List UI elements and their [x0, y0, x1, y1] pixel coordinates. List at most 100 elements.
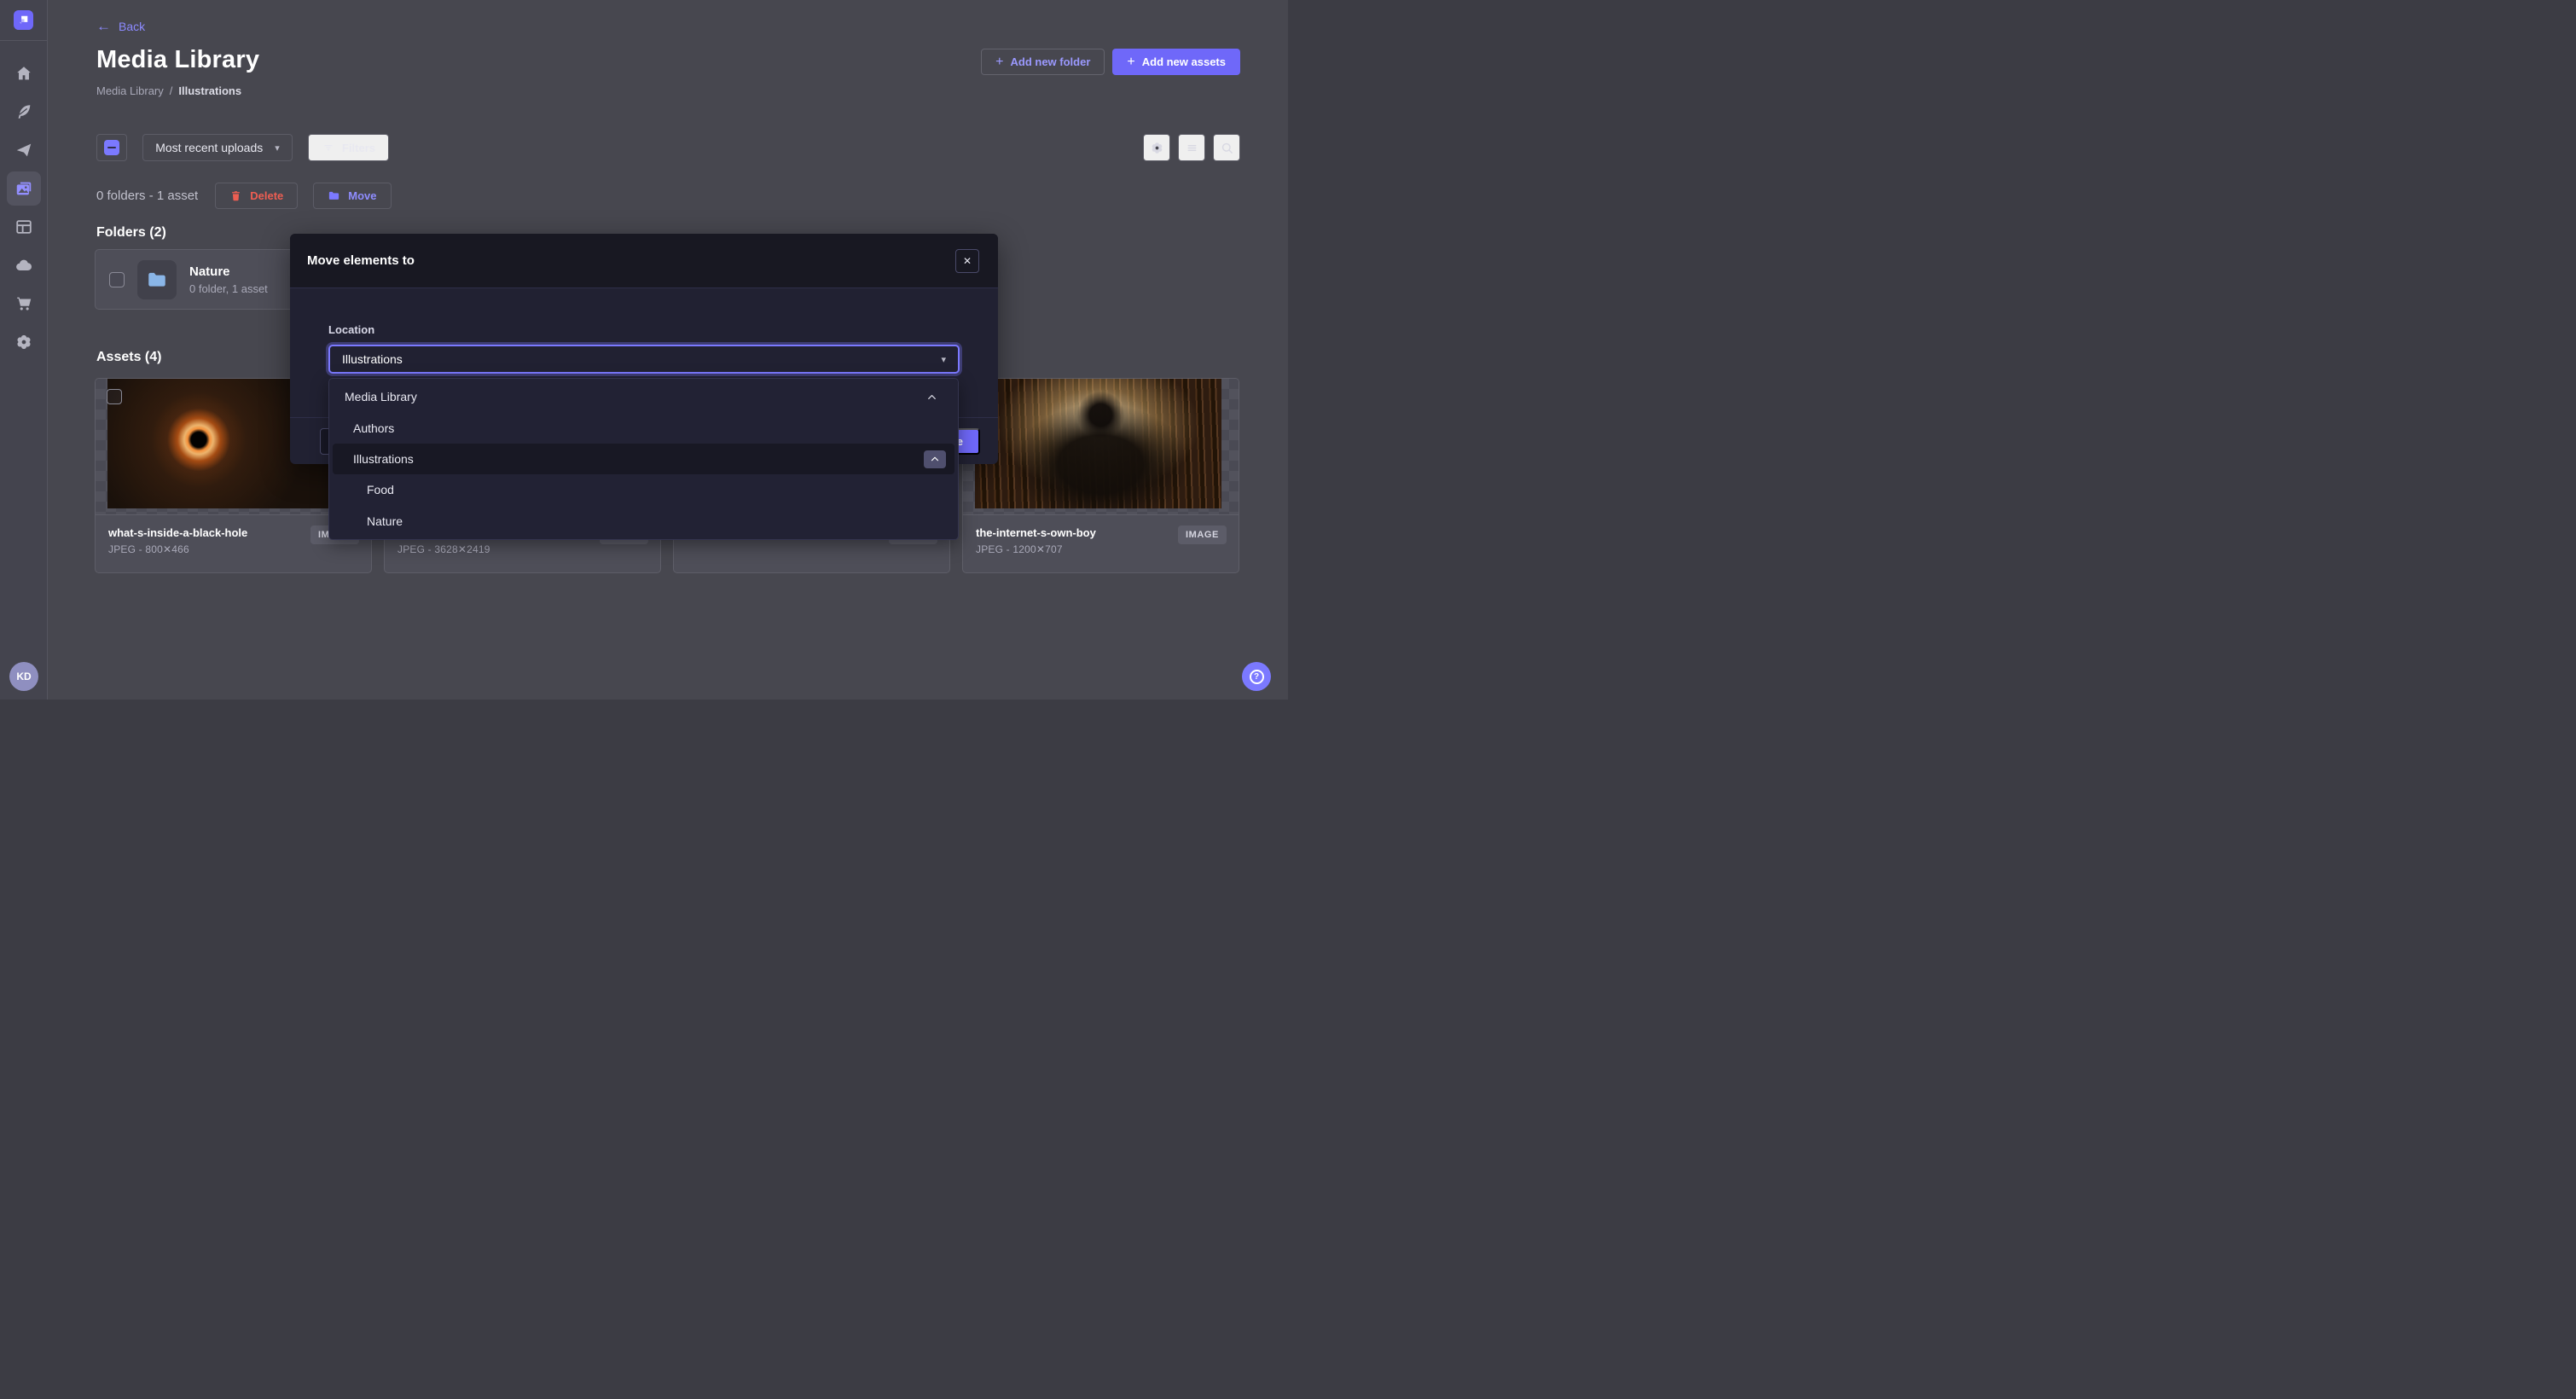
- folder-checkbox[interactable]: [109, 272, 125, 287]
- workspace-logo[interactable]: [0, 0, 47, 41]
- modal-title: Move elements to: [307, 253, 415, 268]
- selection-summary: 0 folders - 1 asset: [96, 189, 198, 203]
- folder-info: Nature 0 folder, 1 asset: [189, 264, 268, 295]
- sidebar-item-releases[interactable]: [7, 133, 41, 167]
- dropdown-option-illustrations[interactable]: Illustrations: [333, 444, 954, 474]
- asset-meta: JPEG - 3628✕2419: [397, 543, 647, 555]
- toolbar: Most recent uploads ▾ Filters: [96, 134, 1240, 161]
- sidebar-item-settings[interactable]: [7, 325, 41, 359]
- select-all-checkbox[interactable]: [96, 134, 127, 161]
- list-view-button[interactable]: [1178, 134, 1205, 161]
- dropdown-option-label: Illustrations: [353, 452, 414, 466]
- add-new-folder-label: Add new folder: [1011, 55, 1091, 68]
- modal-header: Move elements to ✕: [290, 234, 998, 288]
- folders-section-title: Folders (2): [96, 225, 166, 241]
- header-actions: + Add new folder + Add new assets: [981, 49, 1240, 75]
- dropdown-option-label: Food: [367, 483, 394, 496]
- dropdown-option-nature[interactable]: Nature: [333, 506, 954, 537]
- question-mark-icon: ?: [1250, 670, 1264, 684]
- plus-icon: +: [995, 58, 1003, 67]
- breadcrumb: Media Library / Illustrations: [96, 84, 241, 97]
- folder-name: Nature: [189, 264, 268, 279]
- media-library-app: KD ← Back Media Library Media Library / …: [0, 0, 1288, 700]
- cloud-icon: [15, 256, 33, 275]
- folder-icon: [328, 189, 340, 202]
- add-new-assets-button[interactable]: + Add new assets: [1112, 49, 1240, 75]
- asset-card[interactable]: the-internet-s-own-boy JPEG - 1200✕707 I…: [962, 378, 1239, 573]
- collapse-children-button[interactable]: [924, 450, 946, 468]
- list-icon: [1185, 141, 1199, 155]
- sidebar-item-cloud[interactable]: [7, 248, 41, 282]
- sidebar-nav: [0, 56, 47, 359]
- add-new-assets-label: Add new assets: [1142, 55, 1226, 68]
- location-select-value: Illustrations: [342, 352, 403, 366]
- dropdown-option-label: Authors: [353, 421, 394, 435]
- library-photo: [975, 379, 1221, 508]
- folder-meta: 0 folder, 1 asset: [189, 282, 268, 295]
- home-icon: [15, 64, 33, 83]
- folder-icon: [146, 269, 168, 291]
- location-select[interactable]: Illustrations ▾: [328, 345, 960, 374]
- chevron-up-icon: [930, 454, 940, 464]
- selection-bar: 0 folders - 1 asset Delete Move: [96, 183, 392, 209]
- gear-icon: [1150, 141, 1164, 155]
- dropdown-option-authors[interactable]: Authors: [333, 412, 954, 443]
- layout-icon: [15, 218, 33, 236]
- add-new-folder-button[interactable]: + Add new folder: [981, 49, 1105, 75]
- sort-select-value: Most recent uploads: [155, 141, 263, 154]
- asset-type-badge: IMAGE: [1178, 525, 1227, 544]
- chevron-up-icon[interactable]: [926, 392, 937, 403]
- back-link[interactable]: ← Back: [96, 20, 145, 33]
- sidebar-item-content[interactable]: [7, 95, 41, 129]
- help-button[interactable]: ?: [1242, 662, 1271, 691]
- page-title: Media Library: [96, 46, 259, 74]
- asset-footer: the-internet-s-own-boy JPEG - 1200✕707 I…: [963, 515, 1239, 573]
- asset-thumbnail: [963, 379, 1239, 515]
- plus-icon: +: [1127, 58, 1134, 67]
- folder-thumbnail: [137, 260, 177, 299]
- caret-down-icon: ▾: [941, 354, 946, 365]
- back-label: Back: [119, 20, 145, 33]
- view-settings-button[interactable]: [1143, 134, 1170, 161]
- modal-body: Location Illustrations ▾: [290, 288, 998, 374]
- cart-icon: [15, 294, 33, 313]
- location-label: Location: [328, 323, 374, 336]
- sidebar-item-home[interactable]: [7, 56, 41, 90]
- modal-close-button[interactable]: ✕: [955, 249, 979, 273]
- search-icon: [1220, 141, 1234, 155]
- breadcrumb-parent[interactable]: Media Library: [96, 84, 164, 97]
- close-icon: ✕: [963, 255, 972, 267]
- back-arrow-icon: ←: [96, 20, 111, 32]
- gear-icon: [15, 333, 33, 351]
- delete-button[interactable]: Delete: [215, 183, 298, 209]
- caret-down-icon: ▾: [275, 142, 280, 154]
- dropdown-option-food[interactable]: Food: [333, 474, 954, 505]
- search-button[interactable]: [1213, 134, 1240, 161]
- dropdown-option-label: Media Library: [345, 390, 417, 403]
- images-icon: [15, 179, 33, 198]
- filters-label: Filters: [342, 142, 375, 154]
- feather-icon: [15, 102, 33, 121]
- asset-checkbox[interactable]: [107, 389, 122, 404]
- paper-plane-icon: [15, 141, 33, 160]
- filters-button[interactable]: Filters: [308, 134, 389, 161]
- assets-section-title: Assets (4): [96, 350, 161, 365]
- sidebar-item-marketplace[interactable]: [7, 287, 41, 321]
- user-avatar[interactable]: KD: [9, 662, 38, 691]
- location-dropdown: Media Library Authors Illustrations Food…: [328, 378, 959, 540]
- sort-select[interactable]: Most recent uploads ▾: [142, 134, 293, 161]
- indeterminate-checkbox-icon: [104, 140, 119, 155]
- sidebar-item-content-manager[interactable]: [7, 210, 41, 244]
- trash-icon: [229, 189, 242, 202]
- breadcrumb-current: Illustrations: [178, 84, 241, 97]
- sidebar: KD: [0, 0, 48, 700]
- strapi-logo-icon: [14, 10, 33, 30]
- asset-meta: JPEG - 1200✕707: [976, 543, 1226, 555]
- delete-label: Delete: [250, 189, 283, 202]
- move-button[interactable]: Move: [313, 183, 391, 209]
- toolbar-right: [1143, 134, 1240, 161]
- sidebar-item-media-library[interactable]: [7, 171, 41, 206]
- move-label: Move: [348, 189, 376, 202]
- filter-icon: [322, 141, 335, 154]
- dropdown-option-media-library[interactable]: Media Library: [333, 381, 954, 412]
